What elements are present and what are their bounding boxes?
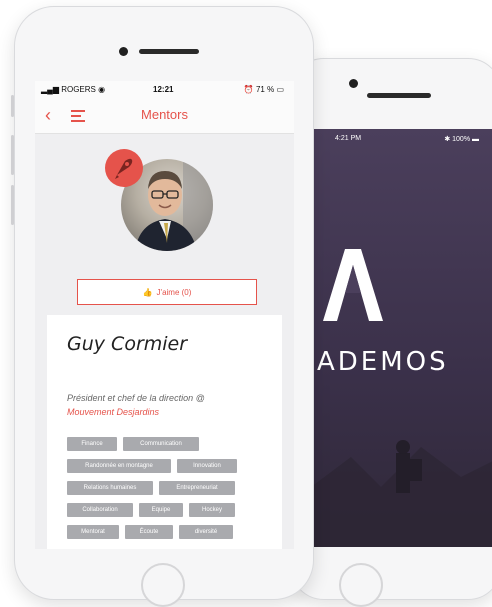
status-time: 12:21	[153, 85, 174, 94]
like-button[interactable]: 👍 J'aime (0)	[77, 279, 257, 305]
earpiece-speaker	[367, 93, 431, 98]
profile-card: Guy Cormier Président et chef de la dire…	[47, 315, 282, 549]
status-battery: ⏰ 71 % ▭	[243, 85, 284, 94]
brand-wordmark: ADEMOS	[317, 347, 449, 377]
skill-tag[interactable]: Finance	[67, 437, 117, 451]
home-button[interactable]	[339, 563, 383, 607]
mentor-name: Guy Cormier	[67, 333, 188, 355]
back-phone: 4:21 PM ✱ 100% ▬ ADEMOS	[290, 58, 492, 607]
status-bar: 4:21 PM ✱ 100% ▬	[311, 133, 492, 147]
earpiece-speaker	[139, 49, 199, 54]
mute-switch	[11, 95, 14, 117]
front-phone: ▂▄▆ ROGERS ◉ 12:21 ⏰ 71 % ▭ ‹ Mentors 👍 …	[11, 6, 314, 607]
rocket-badge-icon	[105, 149, 143, 187]
skill-tag[interactable]: Hockey	[189, 503, 235, 517]
thumbs-up-icon: 👍	[142, 287, 153, 297]
status-time: 4:21 PM	[335, 135, 362, 142]
nav-bar: ‹ Mentors	[35, 97, 294, 134]
like-button-label: J'aime (0)	[156, 287, 192, 297]
mentor-organization-link[interactable]: Mouvement Desjardins	[67, 407, 159, 417]
splash-screen: 4:21 PM ✱ 100% ▬ ADEMOS	[311, 129, 492, 547]
home-button[interactable]	[141, 563, 185, 607]
skill-tag[interactable]: Randonnée en montagne	[67, 459, 171, 473]
volume-up-button	[11, 135, 14, 175]
brand-logo-icon	[323, 249, 383, 321]
skill-tag[interactable]: Communication	[123, 437, 199, 451]
status-carrier: ▂▄▆ ROGERS ◉	[41, 85, 106, 94]
volume-down-button	[11, 185, 14, 225]
skill-tag[interactable]: Mentorat	[67, 525, 119, 539]
skill-tag[interactable]: diversité	[179, 525, 233, 539]
skill-tag[interactable]: Collaboration	[67, 503, 133, 517]
mentor-role: Président et chef de la direction @	[67, 393, 205, 403]
page-title: Mentors	[141, 107, 188, 122]
status-battery: ✱ 100% ▬	[444, 136, 479, 143]
mentor-profile-screen: ▂▄▆ ROGERS ◉ 12:21 ⏰ 71 % ▭ ‹ Mentors 👍 …	[35, 81, 294, 549]
skill-tag[interactable]: Equipe	[139, 503, 183, 517]
skill-tag[interactable]: Écoute	[125, 525, 173, 539]
status-bar: ▂▄▆ ROGERS ◉ 12:21 ⏰ 71 % ▭	[35, 81, 294, 97]
front-camera	[119, 47, 128, 56]
skill-tag[interactable]: Relations humaines	[67, 481, 153, 495]
skill-tag[interactable]: Innovation	[177, 459, 237, 473]
skill-tag[interactable]: Entrepreneuriat	[159, 481, 235, 495]
front-camera	[349, 79, 358, 88]
mountain-hiker-illustration	[311, 440, 492, 547]
